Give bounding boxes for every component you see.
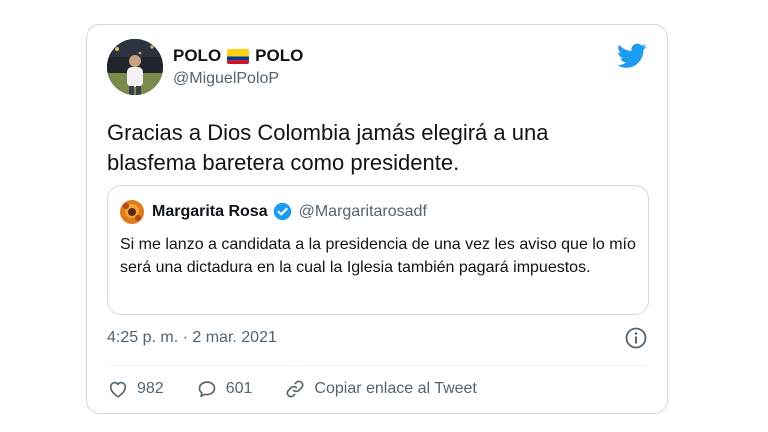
colombia-flag-icon bbox=[227, 48, 250, 64]
divider bbox=[107, 365, 647, 366]
quoted-header: Margarita Rosa @Margaritarosadf bbox=[152, 202, 427, 221]
link-icon bbox=[284, 378, 306, 400]
verified-badge-icon bbox=[273, 202, 292, 221]
reply-button[interactable]: 601 bbox=[196, 378, 253, 400]
reply-count: 601 bbox=[225, 380, 253, 397]
copy-link-label: Copiar enlace al Tweet bbox=[314, 380, 477, 397]
quoted-author-avatar[interactable] bbox=[120, 200, 144, 224]
like-button[interactable]: 982 bbox=[107, 378, 164, 400]
info-icon[interactable] bbox=[625, 327, 647, 349]
author-avatar[interactable] bbox=[107, 39, 163, 95]
quoted-tweet[interactable]: Margarita Rosa @Margaritarosadf Si me la… bbox=[107, 185, 649, 315]
tweet-card: POLO POLO @MiguelPoloP Gracias a Dios Co… bbox=[86, 24, 668, 414]
author-handle[interactable]: @MiguelPoloP bbox=[173, 70, 279, 88]
reply-icon bbox=[196, 378, 218, 400]
author-name-right: POLO bbox=[255, 46, 304, 65]
quoted-tweet-text: Si me lanzo a candidata a la presidencia… bbox=[120, 236, 636, 276]
like-count: 982 bbox=[137, 380, 164, 397]
copy-link-button[interactable]: Copiar enlace al Tweet bbox=[284, 378, 477, 400]
author-name-left: POLO bbox=[173, 46, 222, 65]
tweet-timestamp[interactable]: 4:25 p. m. · 2 mar. 2021 bbox=[107, 329, 277, 347]
tweet-actions: 982 601 Copiar enlace al Tweet bbox=[107, 378, 509, 400]
heart-icon bbox=[107, 378, 129, 400]
author-name[interactable]: POLO POLO bbox=[173, 46, 303, 66]
tweet-text: Gracias a Dios Colombia jamás elegirá a … bbox=[107, 120, 549, 175]
quoted-author-handle[interactable]: @Margaritarosadf bbox=[299, 203, 427, 221]
quoted-author-name[interactable]: Margarita Rosa bbox=[152, 203, 268, 221]
twitter-bird-icon[interactable] bbox=[617, 43, 647, 69]
